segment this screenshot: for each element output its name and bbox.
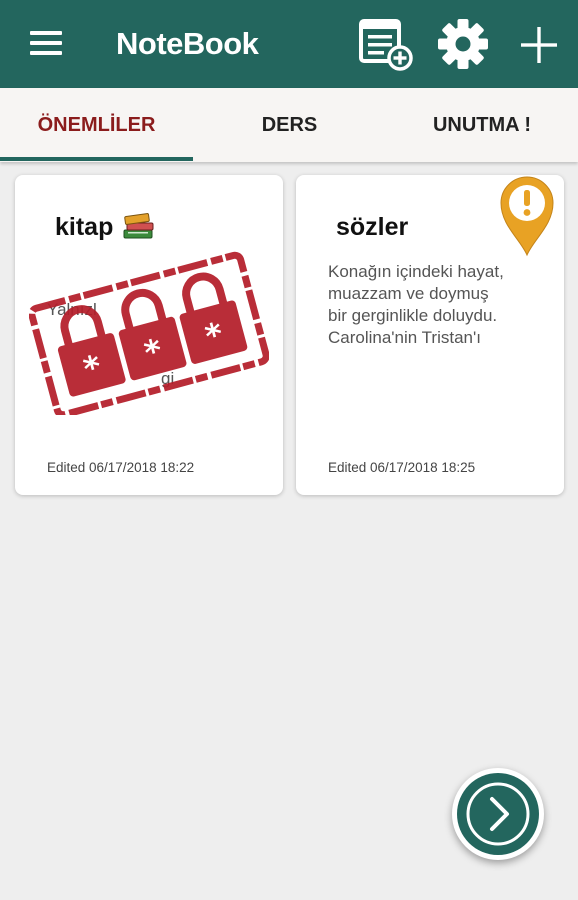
next-fab-button[interactable] (452, 768, 544, 860)
menu-icon[interactable] (30, 31, 62, 55)
chevron-right-icon (457, 773, 539, 855)
tab-unutma[interactable]: UNUTMA ! (386, 88, 578, 162)
note-body-line: Konağın içindeki hayat, (328, 262, 504, 281)
plus-icon[interactable] (519, 25, 559, 65)
note-title: kitap (55, 213, 114, 241)
note-body-line: bir gerginlikle doluydu. (328, 306, 498, 325)
alert-pin-icon (500, 176, 554, 257)
app-title: NoteBook (116, 26, 259, 61)
note-title: sözler (336, 213, 409, 241)
note-edited-date: Edited 06/17/2018 18:25 (328, 460, 476, 475)
tab-ders[interactable]: DERS (193, 88, 386, 162)
tab-onemliler[interactable]: ÖNEMLİLER (0, 88, 193, 162)
note-card-kitap[interactable]: kitap Yalnızl gi * * * Edited 06/17/2018… (15, 175, 283, 495)
app-bar: NoteBook (0, 0, 578, 88)
note-body: Konağın içindeki hayat, muazzam ve doymu… (328, 261, 504, 349)
books-icon (123, 213, 154, 239)
note-body-line: Carolina'nin Tristan'ı (328, 328, 481, 347)
new-note-list-icon[interactable] (358, 16, 414, 72)
note-card-sozler[interactable]: sözler Konağın içindeki hayat, muazzam v… (296, 175, 564, 495)
note-edited-date: Edited 06/17/2018 18:22 (47, 460, 195, 475)
gear-icon[interactable] (436, 17, 490, 71)
tab-bar: ÖNEMLİLER DERS UNUTMA ! (0, 88, 578, 162)
active-tab-indicator (0, 157, 193, 161)
locked-stamp-icon: * * * (29, 251, 269, 415)
note-body-line: muazzam ve doymuş (328, 284, 489, 303)
